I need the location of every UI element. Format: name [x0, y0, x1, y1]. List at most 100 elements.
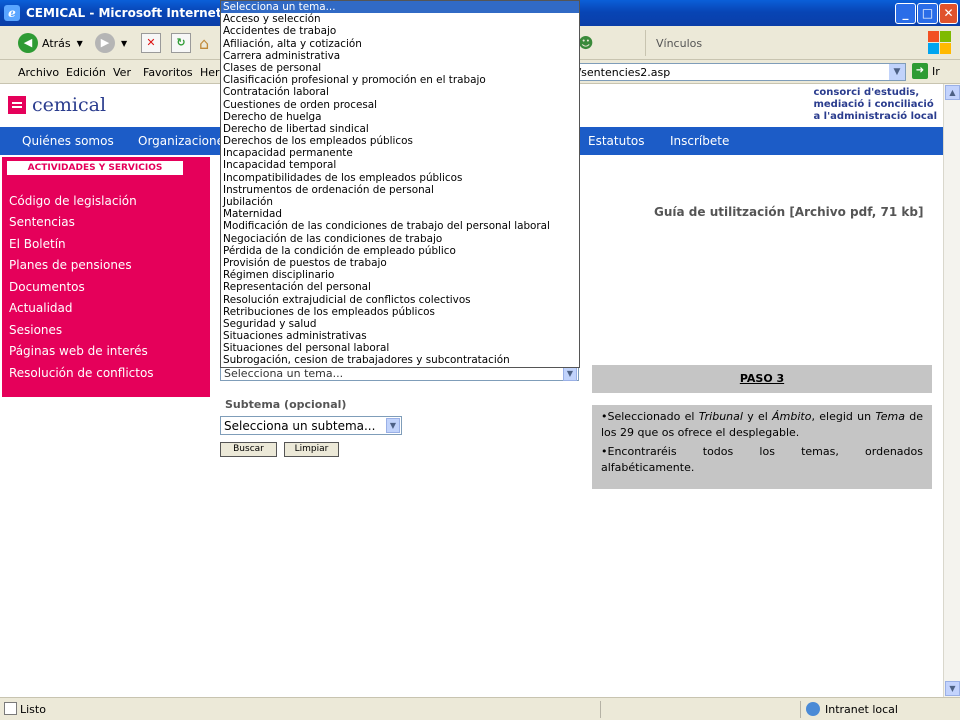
address-value: as/sentencies2.asp — [565, 66, 671, 79]
sidebar-item-actualidad[interactable]: Actualidad — [9, 301, 73, 315]
dropdown-option[interactable]: Retribuciones de los empleados públicos — [221, 306, 579, 318]
dropdown-option[interactable]: Incapacidad permanente — [221, 147, 579, 159]
org-line: consorci d'estudis, — [813, 87, 920, 98]
dropdown-option[interactable]: Situaciones administrativas — [221, 330, 579, 342]
dropdown-option[interactable]: Selecciona un tema... — [221, 1, 579, 14]
dropdown-option[interactable]: Representación del personal — [221, 281, 579, 293]
dropdown-option[interactable]: Incapacidad temporal — [221, 159, 579, 171]
dropdown-option[interactable]: Seguridad y salud — [221, 318, 579, 330]
chevron-down-icon[interactable]: ▼ — [563, 366, 577, 381]
chevron-down-icon[interactable]: ▼ — [386, 418, 400, 433]
windows-logo-icon — [928, 29, 954, 57]
dropdown-option[interactable]: Resolución extrajudicial de conflictos c… — [221, 294, 579, 306]
dropdown-option[interactable]: Instrumentos de ordenación de personal — [221, 184, 579, 196]
sidebar-item-sentencias[interactable]: Sentencias — [9, 215, 75, 229]
dropdown-option[interactable]: Accidentes de trabajo — [221, 25, 579, 37]
help-box: •Seleccionado el Tribunal y el Ámbito, e… — [592, 405, 932, 489]
page-scrollbar[interactable]: ▲ ▼ — [943, 84, 960, 697]
status-bar: Listo Intranet local — [0, 697, 960, 720]
dropdown-option[interactable]: Pérdida de la condición de empleado públ… — [221, 245, 579, 257]
dropdown-option[interactable]: Situaciones del personal laboral — [221, 342, 579, 354]
nav-estatutos[interactable]: Estatutos — [588, 134, 645, 148]
guide-link[interactable]: Guía de utilitzación [Archivo pdf, 71 kb… — [654, 205, 923, 219]
sidebar-item-resolucion[interactable]: Resolución de conflictos — [9, 366, 154, 380]
sidebar-item-pensiones[interactable]: Planes de pensiones — [9, 258, 132, 272]
dropdown-option[interactable]: Clasificación profesional y promoción en… — [221, 74, 579, 86]
dropdown-option[interactable]: Modificación de las condiciones de traba… — [221, 220, 579, 232]
messenger-button[interactable]: ☻ — [578, 32, 594, 54]
chevron-down-icon: ▼ — [76, 38, 83, 48]
sidebar-item-sesiones[interactable]: Sesiones — [9, 323, 62, 337]
address-bar[interactable]: as/sentencies2.asp ▼ — [560, 63, 906, 81]
refresh-button[interactable]: ↻ — [171, 32, 191, 54]
back-button[interactable]: ◀ Atrás ▼ — [18, 32, 83, 54]
help-bullet: •Seleccionado el Tribunal y el Ámbito, e… — [601, 410, 924, 439]
dropdown-option[interactable]: Derechos de los empleados públicos — [221, 135, 579, 147]
status-divider — [600, 701, 601, 718]
forward-arrow-icon: ▶ — [95, 33, 115, 53]
dropdown-option[interactable]: Afiliación, alta y cotización — [221, 38, 579, 50]
dropdown-option[interactable]: Derecho de huelga — [221, 111, 579, 123]
dropdown-option[interactable]: Maternidad — [221, 208, 579, 220]
dropdown-option[interactable]: Acceso y selección — [221, 13, 579, 25]
back-arrow-icon: ◀ — [18, 33, 38, 53]
forward-button[interactable]: ▶ ▼ — [95, 32, 127, 54]
dropdown-option[interactable]: Carrera administrativa — [221, 50, 579, 62]
stop-button[interactable]: ✕ — [141, 32, 161, 54]
tema-dropdown-list[interactable]: Selecciona un tema... Acceso y selección… — [220, 0, 580, 368]
dropdown-option[interactable]: Cuestiones de orden procesal — [221, 99, 579, 111]
home-button[interactable]: ⌂ — [199, 32, 209, 54]
go-arrow-icon: ➜ — [912, 63, 928, 79]
scroll-up-icon[interactable]: ▲ — [945, 85, 960, 100]
search-button[interactable]: Buscar — [220, 442, 277, 457]
sidebar-heading: ACTIVIDADES Y SERVICIOS — [6, 160, 184, 176]
menu-ver[interactable]: Ver — [113, 66, 131, 79]
sidebar-item-documentos[interactable]: Documentos — [9, 280, 85, 294]
menu-edicion[interactable]: Edición — [66, 66, 106, 79]
dropdown-option[interactable]: Negociación de las condiciones de trabaj… — [221, 233, 579, 245]
menu-favoritos[interactable]: Favoritos — [143, 66, 193, 79]
page-icon — [4, 702, 17, 715]
go-button[interactable]: ➜ Ir — [912, 63, 940, 79]
nav-quienes-somos[interactable]: Quiénes somos — [22, 134, 114, 148]
subtema-label: Subtema (opcional) — [225, 398, 347, 411]
org-line: a l'administració local — [813, 111, 937, 122]
sidebar-item-boletin[interactable]: El Boletín — [9, 237, 66, 251]
sidebar-item-legislacion[interactable]: Código de legislación — [9, 194, 137, 208]
chevron-down-icon: ▼ — [121, 38, 128, 48]
dropdown-option[interactable]: Clases de personal — [221, 62, 579, 74]
dropdown-option[interactable]: Provisión de puestos de trabajo — [221, 257, 579, 269]
maximize-button[interactable]: □ — [917, 3, 938, 24]
dropdown-option[interactable]: Régimen disciplinario — [221, 269, 579, 281]
site-logo[interactable]: cemical — [8, 94, 106, 116]
go-label: Ir — [932, 64, 940, 78]
step-title: PASO 3 — [592, 365, 932, 393]
dropdown-option[interactable]: Jubilación — [221, 196, 579, 208]
refresh-icon: ↻ — [171, 33, 191, 53]
nav-organizaciones[interactable]: Organizacione — [138, 134, 224, 148]
menu-archivo[interactable]: Archivo — [18, 66, 59, 79]
dropdown-option[interactable]: Incompatibilidades de los empleados públ… — [221, 172, 579, 184]
subtema-select[interactable]: Selecciona un subtema... ▼ — [220, 416, 402, 435]
links-label[interactable]: Vínculos — [656, 32, 702, 54]
minimize-button[interactable]: _ — [895, 3, 916, 24]
sidebar: ACTIVIDADES Y SERVICIOS Código de legisl… — [2, 157, 210, 397]
nav-inscribete[interactable]: Inscríbete — [670, 134, 729, 148]
help-bullet: •Encontraréis todos los temas, ordenados… — [601, 445, 923, 474]
org-line: mediació i conciliació — [813, 99, 934, 110]
status-divider — [800, 701, 801, 718]
close-button[interactable]: ✕ — [939, 3, 958, 24]
toolbar-divider — [645, 30, 646, 56]
tema-select-value: Selecciona un tema... — [224, 367, 344, 380]
sidebar-item-paginas-web[interactable]: Páginas web de interés — [9, 344, 148, 358]
dropdown-option[interactable]: Subrogación, cesion de trabajadores y su… — [221, 354, 579, 366]
logo-mark-icon — [8, 96, 26, 114]
dropdown-option[interactable]: Derecho de libertad sindical — [221, 123, 579, 135]
chevron-down-icon[interactable]: ▼ — [889, 64, 905, 80]
status-text: Listo — [20, 703, 46, 716]
dropdown-option[interactable]: Contratación laboral — [221, 86, 579, 98]
people-icon: ☻ — [578, 34, 594, 52]
scroll-down-icon[interactable]: ▼ — [945, 681, 960, 696]
clear-button[interactable]: Limpiar — [284, 442, 339, 457]
intranet-globe-icon — [806, 702, 820, 716]
